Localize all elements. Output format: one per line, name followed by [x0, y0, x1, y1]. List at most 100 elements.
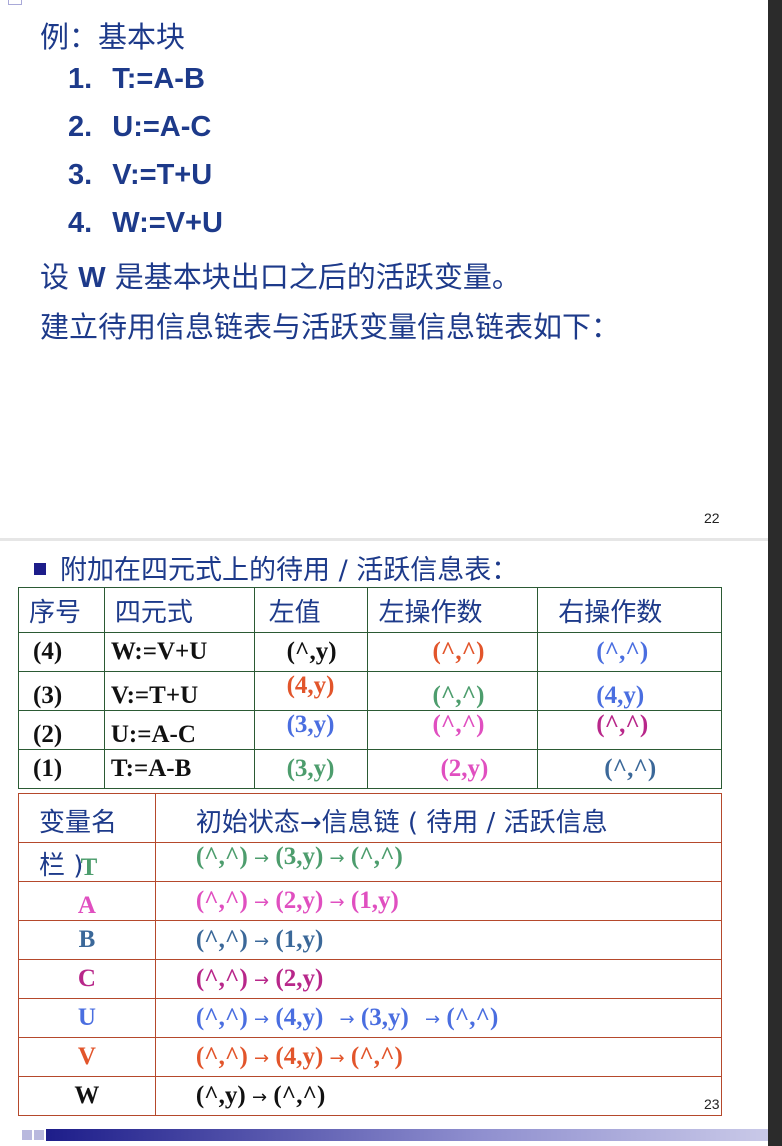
- step-code: V:=T+U: [112, 159, 213, 191]
- step-4: 4. W:=V+U: [68, 207, 223, 240]
- table-row: (4) W:=V+U (^,y) (^,^) (^,^): [18, 632, 722, 672]
- corner-mark: [8, 0, 22, 5]
- step-code: T:=A-B: [112, 63, 205, 95]
- cell-chain: (^,^) → (4,y) → (3,y) → (^,^): [154, 998, 723, 1038]
- chain-item: (3,y): [275, 843, 324, 870]
- step-number: 4.: [68, 207, 93, 239]
- arrow-icon: →: [329, 1048, 345, 1069]
- cell-right-operand: (^,^): [537, 632, 722, 672]
- cell-left-value: (4,y): [253, 671, 369, 711]
- table-row: W (^,y) → (^,^): [18, 1076, 723, 1116]
- cell-left-operand: (^,^): [367, 671, 539, 711]
- cell-quad: U:=A-C: [103, 710, 255, 750]
- footer-square: [34, 1130, 44, 1140]
- cell-chain: (^,^) → (1,y): [154, 920, 723, 960]
- cell-var: B: [18, 920, 156, 960]
- chain-item: (3,y): [360, 1004, 409, 1031]
- table-header-row: 变量名 初始状态→信息链 ( 待用 / 活跃信息: [18, 793, 723, 843]
- footer-gradient-bar: [46, 1129, 768, 1141]
- chain-item: (^,^): [446, 1004, 499, 1031]
- cell-quad: V:=T+U: [103, 671, 255, 711]
- cell-right-operand: (^,^): [537, 710, 722, 750]
- window-scrollbar[interactable]: [768, 0, 782, 1146]
- cell-quad: T:=A-B: [103, 749, 255, 789]
- footer-square: [22, 1130, 32, 1140]
- cell-left-operand: (^,^): [367, 710, 539, 750]
- cell-seq: (4): [18, 632, 105, 672]
- header-overflow-text: 栏 ): [39, 851, 84, 881]
- step-number: 2.: [68, 111, 93, 143]
- header-seq: 序号: [18, 587, 105, 633]
- cell-chain: (^,^) → (2,y): [154, 959, 723, 999]
- chain-item: (4,y): [275, 1043, 324, 1070]
- header-quad: 四元式: [103, 587, 255, 633]
- note-build-tables: 建立待用信息链表与活跃变量信息链表如下：: [40, 310, 621, 344]
- step-3: 3. V:=T+U: [68, 159, 212, 192]
- cell-chain: (^,^) → (3,y) → (^,^): [154, 842, 723, 882]
- chain-item: (^,^): [350, 843, 403, 870]
- cell-var: V: [18, 1037, 156, 1077]
- arrow-icon: →: [425, 1009, 441, 1030]
- cell-left-value: (3,y): [253, 710, 369, 750]
- page-number: 23: [704, 1096, 720, 1112]
- cell-var: U: [18, 998, 156, 1038]
- header-left-value: 左值: [253, 587, 369, 633]
- slide-22: 例：基本块 1. T:=A-B 2. U:=A-C 3. V:=T+U 4. W…: [0, 0, 768, 538]
- slide2-title-text: 附加在四元式上的待用 / 活跃信息表：: [60, 555, 519, 586]
- step-2: 2. U:=A-C: [68, 111, 211, 144]
- cell-quad: W:=V+U: [103, 632, 255, 672]
- slide1-heading: 例：基本块: [40, 20, 186, 54]
- table-row: C (^,^) → (2,y): [18, 959, 723, 999]
- table-row: V (^,^) → (4,y) → (^,^): [18, 1037, 723, 1077]
- header-left-operand: 左操作数: [367, 587, 539, 633]
- step-code: W:=V+U: [112, 207, 223, 239]
- quad-info-table: 序号 四元式 左值 左操作数 右操作数 (4) W:=V+U (^,y) (^,…: [18, 587, 722, 789]
- table-row: (2) U:=A-C (3,y) (^,^) (^,^): [18, 710, 722, 750]
- table-row: A (^,^) → (2,y) → (1,y): [18, 881, 723, 921]
- cell-seq: (2): [18, 710, 105, 750]
- arrow-icon: →: [252, 1087, 268, 1108]
- header-var-name: 变量名: [18, 793, 156, 843]
- cell-chain: (^,y) → (^,^): [154, 1076, 723, 1116]
- step-code: U:=A-C: [112, 111, 212, 143]
- note-pre: 设: [40, 260, 79, 294]
- table-row: 栏 ) T (^,^) → (3,y) → (^,^): [18, 842, 723, 882]
- chain-item: (^,^): [195, 926, 248, 953]
- arrow-icon: →: [254, 1009, 270, 1030]
- chain-item: (^,^): [195, 1004, 248, 1031]
- cell-left-value: (^,y): [253, 632, 369, 672]
- table-row: (1) T:=A-B (3,y) (2,y) (^,^): [18, 749, 722, 789]
- cell-right-operand: (^,^): [537, 749, 722, 789]
- arrow-icon: →: [329, 892, 345, 913]
- arrow-icon: →: [339, 1009, 355, 1030]
- header-info-chain: 初始状态→信息链 ( 待用 / 活跃信息: [154, 793, 723, 843]
- slide-23: 附加在四元式上的待用 / 活跃信息表： 序号 四元式 左值 左操作数 右操作数 …: [0, 541, 768, 1141]
- cell-seq: (1): [18, 749, 105, 789]
- chain-item: (^,^): [350, 1043, 403, 1070]
- cell-chain: (^,^) → (2,y) → (1,y): [154, 881, 723, 921]
- cell-var: 栏 ) T: [18, 842, 156, 882]
- arrow-icon: →: [329, 848, 345, 869]
- cell-right-operand: (4,y): [537, 671, 722, 711]
- table-row: U (^,^) → (4,y) → (3,y) → (^,^): [18, 998, 723, 1038]
- chain-item: (^,^): [195, 1043, 248, 1070]
- table-row: (3) V:=T+U (4,y) (^,^) (4,y): [18, 671, 722, 711]
- step-number: 1.: [68, 63, 93, 95]
- cell-chain: (^,^) → (4,y) → (^,^): [154, 1037, 723, 1077]
- square-bullet-icon: [34, 563, 46, 575]
- var-name: T: [80, 854, 98, 881]
- chain-item: (^,^): [195, 843, 248, 870]
- arrow-icon: →: [254, 1048, 270, 1069]
- cell-left-value: (3,y): [253, 749, 369, 789]
- chain-item: (1,y): [350, 887, 399, 914]
- step-1: 1. T:=A-B: [68, 63, 205, 96]
- chain-item: (2,y): [275, 887, 324, 914]
- chain-item: (^,^): [195, 887, 248, 914]
- cell-left-operand: (2,y): [367, 749, 539, 789]
- cell-var: A: [18, 881, 156, 921]
- variable-info-table: 变量名 初始状态→信息链 ( 待用 / 活跃信息 栏 ) T (^,^) → (…: [18, 793, 723, 1116]
- chain-item: (1,y): [275, 926, 324, 953]
- arrow-icon: →: [254, 892, 270, 913]
- step-number: 3.: [68, 159, 93, 191]
- chain-item: (2,y): [275, 965, 324, 992]
